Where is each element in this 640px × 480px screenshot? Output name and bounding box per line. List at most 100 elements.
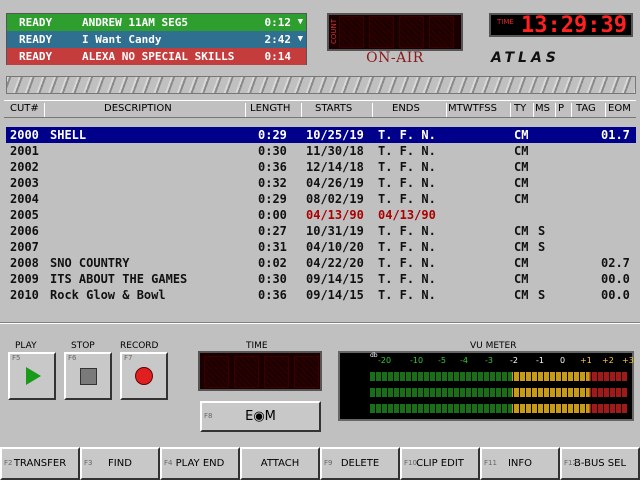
atlas-logo: ATLAS <box>491 50 560 66</box>
col-tag[interactable]: TAG <box>576 103 596 114</box>
col-eom[interactable]: EOM <box>608 103 631 114</box>
table-row[interactable]: 2002 0:36 12/14/18 T. F. N. CM <box>6 159 636 175</box>
col-type[interactable]: TY <box>514 103 526 114</box>
vu-meter-label: VU METER <box>470 341 517 351</box>
cell-cut: 2000 <box>10 128 39 142</box>
fkey-number: F9 <box>324 459 333 467</box>
cell-cut: 2008 <box>10 256 39 270</box>
table-row[interactable]: 2005 0:00 04/13/90 04/13/90 <box>6 207 636 223</box>
fkey-number: F12 <box>564 459 577 467</box>
record-label: RECORD <box>120 341 159 351</box>
cell-length: 0:02 <box>258 256 287 270</box>
col-p[interactable]: P <box>558 103 564 114</box>
queue-item[interactable]: READY I Want Candy 2:42 ▼ <box>7 31 306 48</box>
cell-length: 0:00 <box>258 208 287 222</box>
count-digit <box>369 16 394 48</box>
queue-time: 0:14 <box>264 50 292 63</box>
cell-starts: 10/31/19 <box>306 224 364 238</box>
stop-button[interactable]: F6 <box>64 352 112 400</box>
col-ends[interactable]: ENDS <box>392 103 420 114</box>
fkey-play-end-button[interactable]: F4 PLAY END <box>160 447 240 480</box>
queue-arrow-icon[interactable]: ▼ <box>298 31 303 48</box>
col-ms[interactable]: MS <box>535 103 550 114</box>
time-digit <box>264 356 289 388</box>
fkey-delete-button[interactable]: F9 DELETE <box>320 447 400 480</box>
record-button[interactable]: F7 <box>120 352 168 400</box>
queue-title: I Want Candy <box>82 33 162 46</box>
cell-type: CM <box>514 144 529 158</box>
cell-cut: 2007 <box>10 240 39 254</box>
fkey-clip-edit-button[interactable]: F10 CLIP EDIT <box>400 447 480 480</box>
cell-starts: 12/14/18 <box>306 160 364 174</box>
clock-display: TIME 13:29:39 <box>489 13 633 38</box>
cell-cut: 2001 <box>10 144 39 158</box>
play-button[interactable]: F5 <box>8 352 56 400</box>
stop-icon <box>80 368 97 385</box>
table-row[interactable]: 2008 SNO COUNTRY 0:02 04/22/20 T. F. N. … <box>6 255 636 271</box>
table-row[interactable]: 2004 0:29 08/02/19 T. F. N. CM <box>6 191 636 207</box>
f5-key-label: F5 <box>12 354 21 362</box>
cell-ends: T. F. N. <box>378 160 436 174</box>
eom-button[interactable]: F8 E◉M <box>200 401 321 432</box>
cell-type: CM <box>514 272 529 286</box>
fkey-attach-button[interactable]: ATTACH <box>240 447 320 480</box>
cell-length: 0:36 <box>258 288 287 302</box>
table-row[interactable]: 2006 0:27 10/31/19 T. F. N. CM S <box>6 223 636 239</box>
col-days[interactable]: MTWTFSS <box>448 103 497 114</box>
fkey-info-button[interactable]: F11 INFO <box>480 447 560 480</box>
f6-key-label: F6 <box>68 354 77 362</box>
col-starts[interactable]: STARTS <box>315 103 352 114</box>
queue-arrow-icon[interactable]: ▼ <box>298 14 303 31</box>
queue-item[interactable]: READY ANDREW 11AM SEG5 0:12 ▼ <box>7 14 306 31</box>
eom-label: E◉M <box>245 409 276 424</box>
cell-cut: 2005 <box>10 208 39 222</box>
queue-status: READY <box>19 50 53 63</box>
fkey-label: B-BUS SEL <box>573 458 627 469</box>
col-cut[interactable]: CUT# <box>10 103 39 114</box>
f8-key-label: F8 <box>204 412 213 420</box>
section-divider <box>0 322 640 324</box>
vu-tick-label: +2 <box>602 356 614 365</box>
cell-description: ITS ABOUT THE GAMES <box>50 272 188 286</box>
cell-type: CM <box>514 160 529 174</box>
cell-ends: T. F. N. <box>378 144 436 158</box>
vu-tick-label: +1 <box>580 356 592 365</box>
cell-ends: T. F. N. <box>378 176 436 190</box>
table-row[interactable]: 2010 Rock Glow & Bowl 0:36 09/14/15 T. F… <box>6 287 636 303</box>
fkey-number: F3 <box>84 459 93 467</box>
function-key-bar: F2 TRANSFER F3 FIND F4 PLAY END ATTACH F9 D… <box>0 447 640 480</box>
table-row[interactable]: 2000 SHELL 0:29 10/25/19 T. F. N. CM 01.… <box>6 127 636 143</box>
time-digit <box>234 356 259 388</box>
queue-item[interactable]: READY ALEXA NO SPECIAL SKILLS 0:14 <box>7 48 306 65</box>
cell-eom: 01.7 <box>601 128 630 142</box>
vu-right-channel-label: R> <box>352 403 366 413</box>
cell-cut: 2004 <box>10 192 39 206</box>
cell-ends: T. F. N. <box>378 128 436 142</box>
cell-eom: 00.0 <box>601 288 630 302</box>
cell-starts: 04/22/20 <box>306 256 364 270</box>
count-digit <box>429 16 454 48</box>
cell-cut: 2003 <box>10 176 39 190</box>
fkey-b-bus-sel-button[interactable]: F12 B-BUS SEL <box>560 447 640 480</box>
fkey-transfer-button[interactable]: F2 TRANSFER <box>0 447 80 480</box>
cell-cut: 2010 <box>10 288 39 302</box>
vu-left-channel-label: L> <box>352 371 365 381</box>
time-digit <box>204 356 229 388</box>
clock-label: TIME <box>497 18 514 26</box>
clock-value: 13:29:39 <box>521 13 627 38</box>
count-label: COUNT <box>330 19 338 45</box>
cell-description: SNO COUNTRY <box>50 256 130 270</box>
table-row[interactable]: 2009 ITS ABOUT THE GAMES 0:30 09/14/15 T… <box>6 271 636 287</box>
table-row[interactable]: 2003 0:32 04/26/19 T. F. N. CM <box>6 175 636 191</box>
col-length[interactable]: LENGTH <box>250 103 290 114</box>
fkey-label: INFO <box>507 458 533 469</box>
fkey-find-button[interactable]: F3 FIND <box>80 447 160 480</box>
table-row[interactable]: 2001 0:30 11/30/18 T. F. N. CM <box>6 143 636 159</box>
table-row[interactable]: 2007 0:31 04/10/20 T. F. N. CM S <box>6 239 636 255</box>
fkey-label: DELETE <box>340 458 380 469</box>
cell-type: CM <box>514 192 529 206</box>
col-description[interactable]: DESCRIPTION <box>104 103 172 114</box>
fkey-label: ATTACH <box>260 458 300 469</box>
queue-time: 2:42 <box>264 33 292 46</box>
time-digit <box>294 356 319 388</box>
